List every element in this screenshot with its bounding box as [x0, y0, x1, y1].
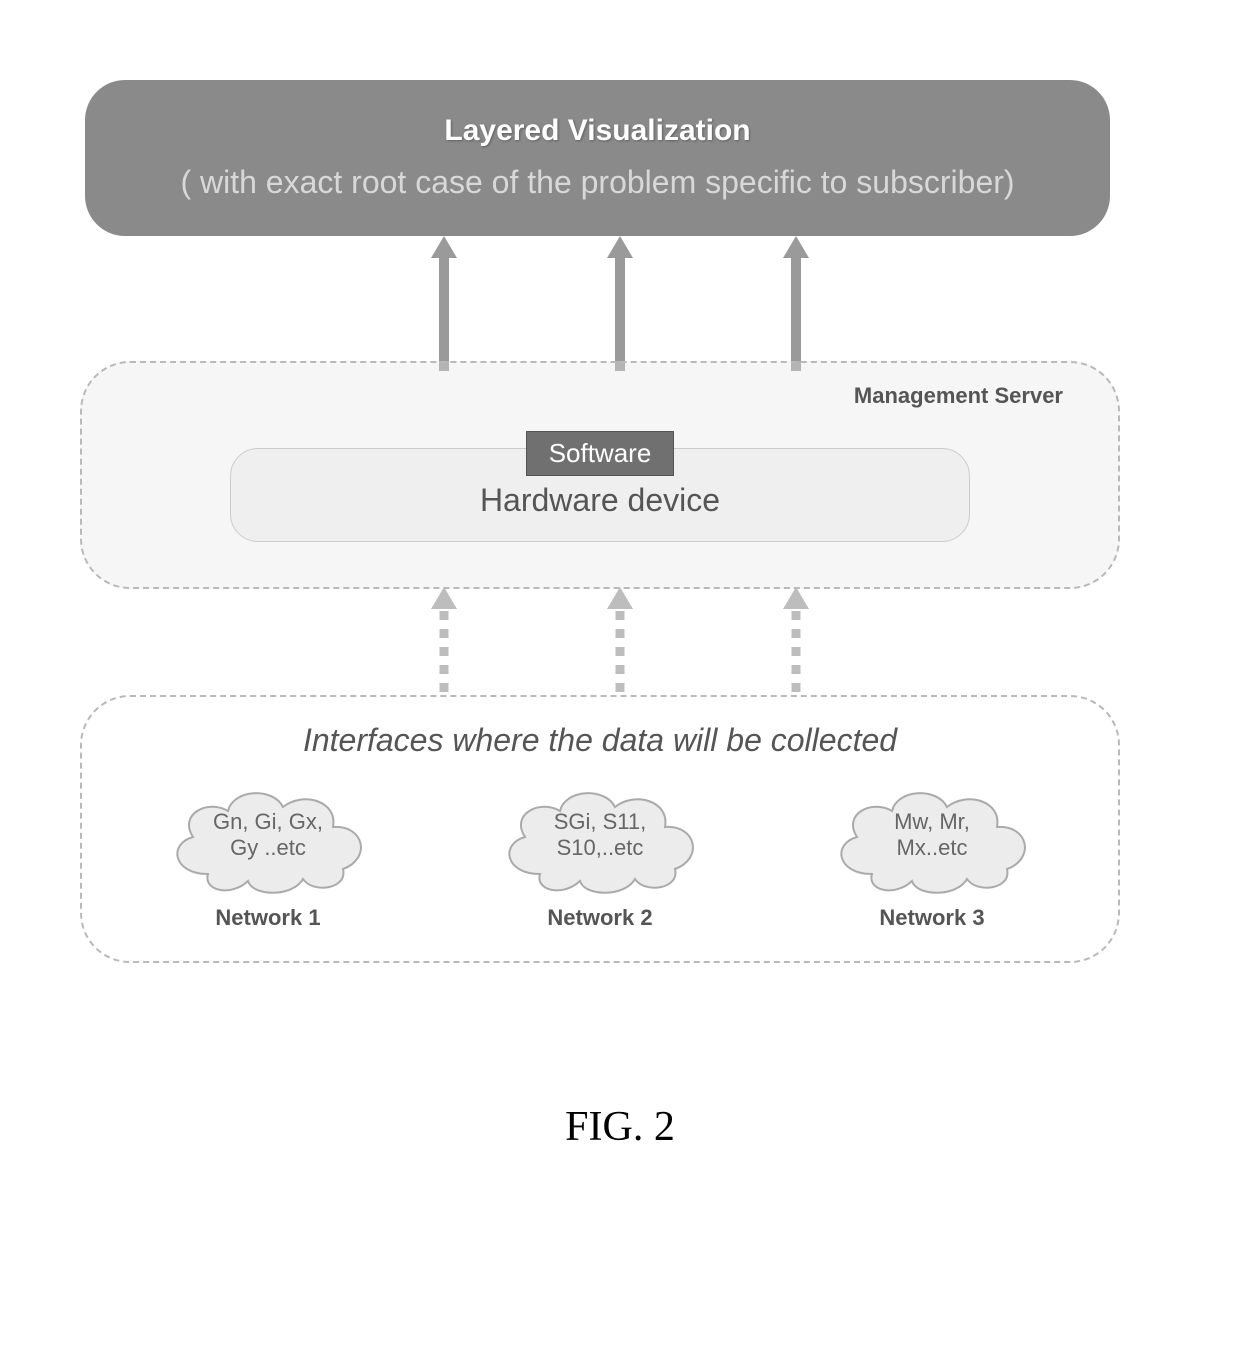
cloud-text: Gn, Gi, Gx, Gy ..etc: [153, 809, 383, 862]
network-label: Network 2: [547, 905, 652, 931]
cloud-line2: Gy ..etc: [230, 835, 306, 860]
hardware-device-box: Software Hardware device: [230, 448, 970, 542]
network-col: Gn, Gi, Gx, Gy ..etc Network 1: [153, 779, 383, 931]
cloud-line1: Mw, Mr,: [894, 809, 970, 834]
cloud-line1: SGi, S11,: [554, 809, 647, 834]
software-box: Software: [526, 431, 675, 476]
network-col: Mw, Mr, Mx..etc Network 3: [817, 779, 1047, 931]
hardware-label: Hardware device: [231, 482, 969, 519]
arrow-up-icon: [783, 236, 809, 371]
cloud-icon: Gn, Gi, Gx, Gy ..etc: [153, 779, 383, 899]
interfaces-box: Interfaces where the data will be collec…: [80, 695, 1120, 963]
figure-label: FIG. 2: [80, 1103, 1160, 1151]
network-label: Network 3: [879, 905, 984, 931]
arrows-to-management: [80, 587, 1160, 697]
layered-title: Layered Visualization: [105, 110, 1090, 152]
network-col: SGi, S11, S10,..etc Network 2: [485, 779, 715, 931]
cloud-text: Mw, Mr, Mx..etc: [817, 809, 1047, 862]
arrow-up-icon: [431, 236, 457, 371]
cloud-icon: Mw, Mr, Mx..etc: [817, 779, 1047, 899]
cloud-icon: SGi, S11, S10,..etc: [485, 779, 715, 899]
management-server-label: Management Server: [854, 383, 1063, 409]
cloud-line2: Mx..etc: [897, 835, 968, 860]
arrows-to-visualization: [80, 236, 1160, 366]
network-clouds-row: Gn, Gi, Gx, Gy ..etc Network 1 SGi, S11,…: [102, 779, 1098, 931]
arrow-up-dashed-icon: [607, 587, 633, 702]
arrow-up-icon: [607, 236, 633, 371]
network-label: Network 1: [215, 905, 320, 931]
cloud-line2: S10,..etc: [557, 835, 644, 860]
layered-subtitle: ( with exact root case of the problem sp…: [105, 164, 1090, 201]
cloud-text: SGi, S11, S10,..etc: [485, 809, 715, 862]
arrow-up-dashed-icon: [431, 587, 457, 702]
layered-visualization-box: Layered Visualization ( with exact root …: [85, 80, 1110, 236]
interfaces-title: Interfaces where the data will be collec…: [102, 722, 1098, 759]
arrow-up-dashed-icon: [783, 587, 809, 702]
management-server-box: Management Server Software Hardware devi…: [80, 361, 1120, 589]
cloud-line1: Gn, Gi, Gx,: [213, 809, 323, 834]
